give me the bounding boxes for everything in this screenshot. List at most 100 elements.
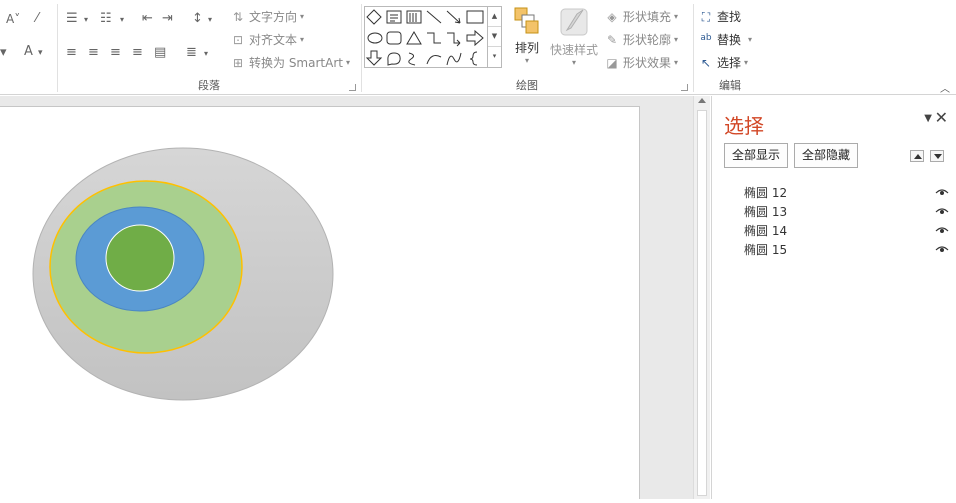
eye-icon[interactable]	[935, 207, 949, 215]
shape-outline-label: 形状轮廓	[623, 33, 672, 47]
paragraph-group: ☰ ▾ ☷ ▾ ⇤ ⇥ ↕ ▾ ≡ ≡ ≡ ≡ ▤ ≣ ▾ ⇅ 文字方向 ▾ ⊡…	[58, 0, 360, 95]
line-shape-icon[interactable]	[426, 10, 442, 24]
arrange-button[interactable]: 排列 ▾	[508, 6, 546, 65]
chevron-down-icon[interactable]: ▾	[120, 13, 124, 27]
font-color-button[interactable]: A	[24, 45, 33, 59]
text-box-shape-icon[interactable]	[386, 10, 402, 24]
gallery-more-icon[interactable]: ▾	[488, 47, 501, 67]
shape-effects-label: 形状效果	[623, 56, 672, 70]
replace-button[interactable]: ab 替换 ▾	[698, 31, 752, 48]
shape-fill-button[interactable]: ◈ 形状填充 ▾	[604, 8, 678, 25]
collapse-ribbon-icon[interactable]: ︿	[940, 80, 950, 95]
paragraph-group-label: 段落	[198, 79, 220, 92]
arrow-line-shape-icon[interactable]	[446, 10, 461, 24]
item-label: 椭圆 14	[744, 224, 788, 238]
eye-icon[interactable]	[935, 188, 949, 196]
show-all-button[interactable]: 全部显示	[724, 143, 789, 168]
scroll-up-icon[interactable]	[698, 98, 706, 103]
shape-effects-button[interactable]: ◪ 形状效果 ▾	[604, 54, 678, 71]
arc-shape-icon[interactable]	[426, 55, 442, 65]
chevron-down-icon[interactable]: ▾	[38, 46, 43, 60]
pane-title: 选择	[724, 114, 764, 138]
paragraph-dialog-launcher[interactable]	[349, 84, 356, 91]
arrange-icon	[514, 7, 539, 34]
elbow-connector-shape-icon[interactable]	[427, 32, 441, 44]
chevron-down-icon: ▾	[674, 12, 679, 21]
selection-pane: 选择 ▼ ✕ 全部显示 全部隐藏 椭圆 12 椭圆 13 椭圆 14 椭圆 15	[711, 96, 956, 499]
shapes-gallery-scroll[interactable]: ▲ ▼ ▾	[488, 6, 502, 68]
pane-options-icon[interactable]: ▼	[924, 113, 932, 124]
align-left-icon[interactable]: ≡	[66, 46, 77, 60]
arrow-up-icon	[914, 154, 922, 159]
item-label: 椭圆 12	[744, 186, 788, 200]
eye-icon[interactable]	[935, 245, 949, 253]
shapes-gallery[interactable]	[364, 6, 488, 68]
curve-shape-icon[interactable]	[408, 52, 416, 66]
quick-styles-button[interactable]: 快速样式 ▾	[548, 6, 600, 67]
align-text-button[interactable]: ⊡ 对齐文本 ▾	[230, 31, 304, 48]
down-arrow-shape-icon[interactable]	[365, 50, 383, 66]
bring-forward-button[interactable]	[910, 150, 924, 162]
list-item[interactable]: 椭圆 13	[744, 203, 949, 222]
chevron-down-icon[interactable]: ▾	[208, 13, 212, 27]
arrange-label: 排列	[514, 41, 539, 55]
item-label: 椭圆 13	[744, 205, 788, 219]
convert-smartart-button[interactable]: ⊞ 转换为 SmartArt ▾	[230, 54, 350, 71]
list-item[interactable]: 椭圆 14	[744, 222, 949, 241]
oval-shape-icon[interactable]	[367, 32, 383, 44]
send-backward-button[interactable]	[930, 150, 944, 162]
triangle-shape-icon[interactable]	[406, 31, 422, 45]
chevron-down-icon: ▾	[674, 58, 679, 67]
freeform-curve-shape-icon[interactable]	[446, 52, 462, 66]
bullets-icon[interactable]: ☰	[66, 12, 78, 26]
decrease-font-icon[interactable]: A˅	[6, 12, 20, 26]
gallery-scroll-up-icon[interactable]: ▲	[488, 7, 501, 27]
editing-group: ⛶ 查找 ab 替换 ▾ ↖ 选择 ▾ 编辑	[694, 0, 766, 95]
cursor-icon: ↖	[700, 55, 712, 70]
find-label: 查找	[717, 10, 742, 24]
right-arrow-shape-icon[interactable]	[466, 29, 484, 47]
rounded-rectangle-shape-icon[interactable]	[386, 31, 402, 45]
ellipse-15[interactable]	[105, 224, 175, 292]
decrease-indent-icon[interactable]: ⇤	[142, 12, 153, 26]
elbow-arrow-connector-shape-icon[interactable]	[447, 32, 461, 47]
quick-styles-label: 快速样式	[549, 43, 598, 57]
align-right-icon[interactable]: ≡	[110, 46, 121, 60]
find-button[interactable]: ⛶ 查找	[698, 8, 741, 25]
close-icon[interactable]: ✕	[935, 108, 948, 127]
justify-icon[interactable]: ≡	[132, 46, 143, 60]
rectangle-shape-icon[interactable]	[466, 10, 484, 24]
chevron-down-icon[interactable]: ▾	[204, 47, 208, 61]
scroll-thumb[interactable]	[697, 110, 707, 496]
diamond-shape-icon[interactable]	[366, 9, 382, 25]
chevron-down-icon[interactable]: ▾	[84, 13, 88, 27]
slide[interactable]	[0, 106, 640, 499]
clear-formatting-icon[interactable]: ⁄	[36, 12, 38, 26]
text-direction-button[interactable]: ⇅ 文字方向 ▾	[230, 8, 304, 25]
callout-shape-icon[interactable]	[387, 52, 401, 66]
numbering-icon[interactable]: ☷	[100, 12, 112, 26]
list-item[interactable]: 椭圆 15	[744, 241, 949, 260]
shape-outline-button[interactable]: ✎ 形状轮廓 ▾	[604, 31, 678, 48]
distributed-icon[interactable]: ▤	[154, 46, 166, 60]
item-label: 椭圆 15	[744, 243, 788, 257]
list-item[interactable]: 椭圆 12	[744, 184, 949, 203]
gallery-scroll-down-icon[interactable]: ▼	[488, 27, 501, 47]
align-center-icon[interactable]: ≡	[88, 46, 99, 60]
increase-indent-icon[interactable]: ⇥	[162, 12, 173, 26]
hide-all-button[interactable]: 全部隐藏	[794, 143, 859, 168]
vertical-scrollbar[interactable]	[693, 96, 710, 499]
chevron-down-icon: ▾	[300, 12, 305, 21]
columns-icon[interactable]: ≣	[186, 46, 197, 60]
select-button[interactable]: ↖ 选择 ▾	[698, 54, 748, 71]
drawing-group-label: 绘图	[516, 79, 538, 92]
line-spacing-icon[interactable]: ↕	[192, 12, 203, 26]
shape-effects-icon: ◪	[606, 55, 618, 70]
font-dropdown-arrow-icon[interactable]: ▾	[0, 46, 7, 60]
brace-shape-icon[interactable]	[469, 51, 478, 66]
eye-icon[interactable]	[935, 226, 949, 234]
vertical-text-box-shape-icon[interactable]	[406, 10, 422, 24]
drawing-dialog-launcher[interactable]	[681, 84, 688, 91]
select-label: 选择	[717, 56, 742, 70]
chevron-down-icon: ▾	[748, 35, 753, 44]
